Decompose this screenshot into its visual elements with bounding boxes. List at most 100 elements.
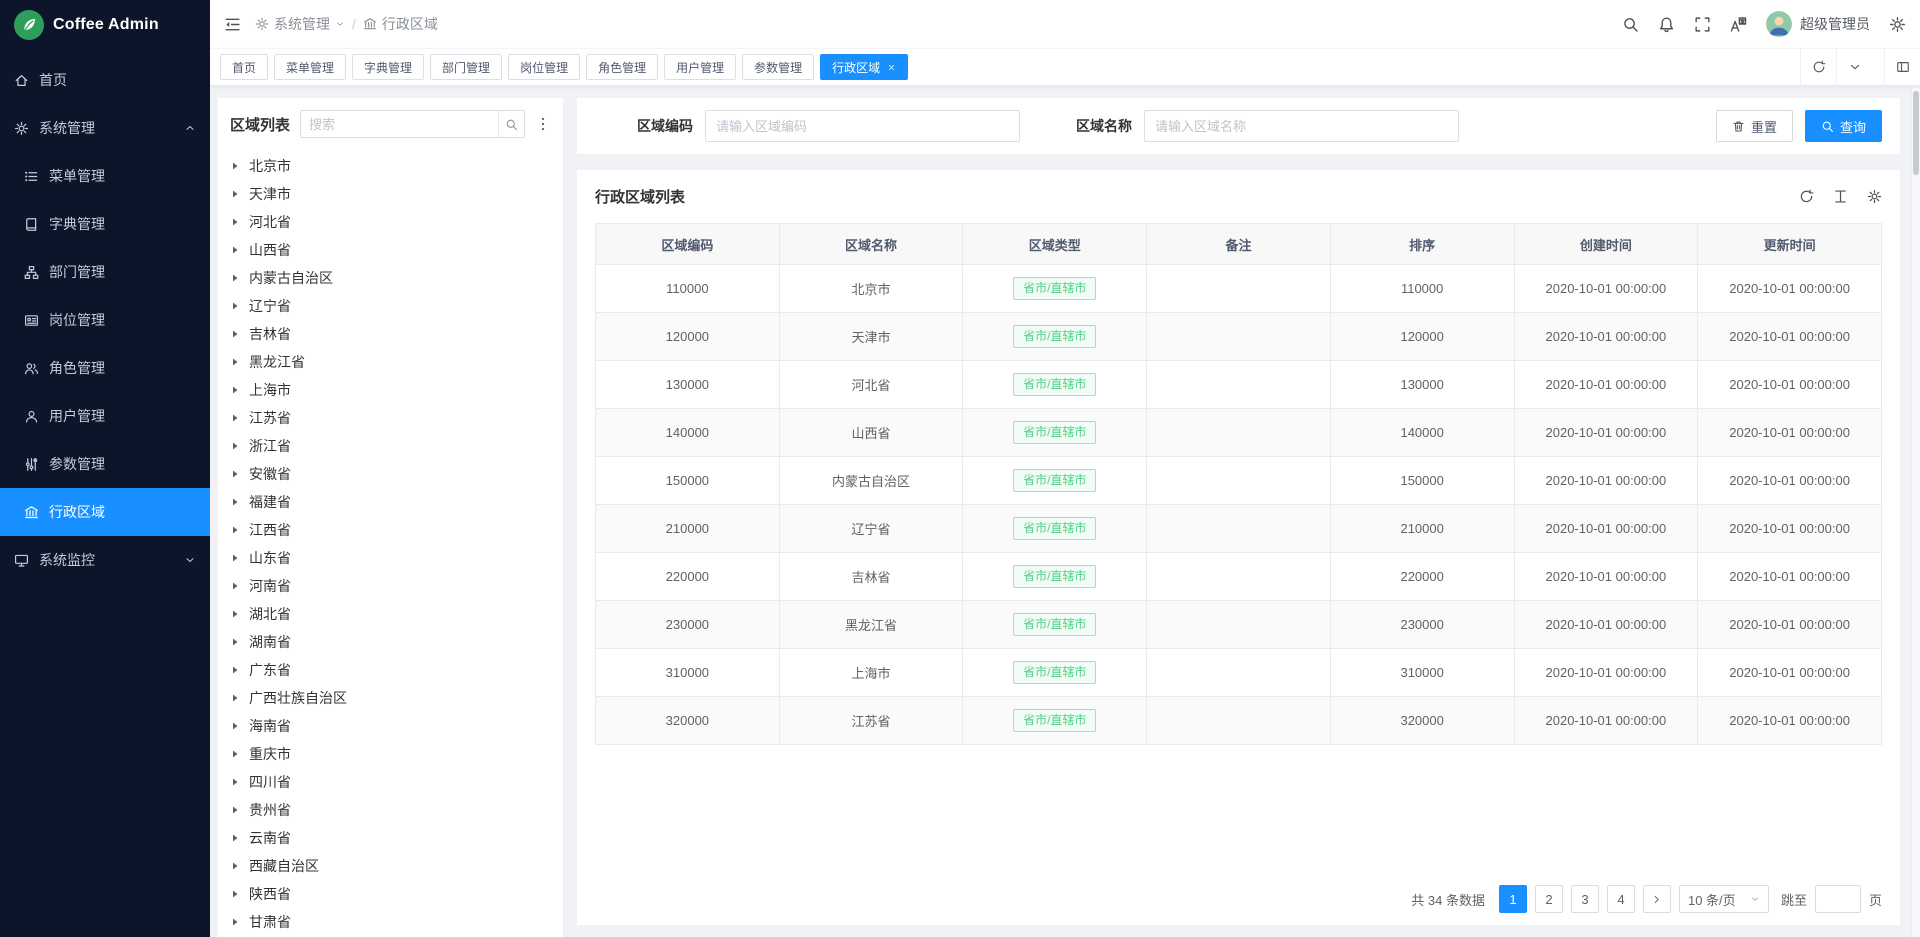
caret-right-icon[interactable] <box>230 805 240 815</box>
caret-right-icon[interactable] <box>230 917 240 927</box>
breadcrumb-item[interactable]: 系统管理 <box>255 14 345 34</box>
caret-right-icon[interactable] <box>230 553 240 563</box>
tree-item[interactable]: 海南省 <box>230 712 563 740</box>
caret-right-icon[interactable] <box>230 217 240 227</box>
tree-item[interactable]: 福建省 <box>230 488 563 516</box>
caret-right-icon[interactable] <box>230 609 240 619</box>
tab[interactable]: 部门管理 <box>430 54 502 80</box>
tree-item[interactable]: 山东省 <box>230 544 563 572</box>
tree-item[interactable]: 湖南省 <box>230 628 563 656</box>
refresh-tab-icon[interactable] <box>1800 49 1836 85</box>
tree-item[interactable]: 天津市 <box>230 180 563 208</box>
tree-item[interactable]: 重庆市 <box>230 740 563 768</box>
sidebar-item[interactable]: 部门管理 <box>0 248 210 296</box>
next-page-button[interactable] <box>1643 885 1671 913</box>
page-button[interactable]: 4 <box>1607 885 1635 913</box>
table-row[interactable]: 320000江苏省省市/直辖市3200002020-10-01 00:00:00… <box>596 697 1882 745</box>
caret-right-icon[interactable] <box>230 637 240 647</box>
caret-right-icon[interactable] <box>230 329 240 339</box>
page-button[interactable]: 3 <box>1571 885 1599 913</box>
menu-fold-icon[interactable] <box>224 16 241 33</box>
caret-right-icon[interactable] <box>230 161 240 171</box>
caret-right-icon[interactable] <box>230 245 240 255</box>
search-icon[interactable] <box>1622 16 1639 33</box>
caret-right-icon[interactable] <box>230 385 240 395</box>
translate-icon[interactable] <box>1730 16 1747 33</box>
caret-right-icon[interactable] <box>230 413 240 423</box>
caret-right-icon[interactable] <box>230 273 240 283</box>
tree-item[interactable]: 上海市 <box>230 376 563 404</box>
sidebar-item[interactable]: 行政区域 <box>0 488 210 536</box>
caret-right-icon[interactable] <box>230 525 240 535</box>
table-row[interactable]: 140000山西省省市/直辖市1400002020-10-01 00:00:00… <box>596 409 1882 457</box>
tab[interactable]: 菜单管理 <box>274 54 346 80</box>
content-fullscreen-icon[interactable] <box>1884 49 1920 85</box>
caret-right-icon[interactable] <box>230 497 240 507</box>
tree-item[interactable]: 西藏自治区 <box>230 852 563 880</box>
caret-right-icon[interactable] <box>230 469 240 479</box>
table-row[interactable]: 220000吉林省省市/直辖市2200002020-10-01 00:00:00… <box>596 553 1882 601</box>
user-menu[interactable]: 超级管理员 <box>1766 11 1870 37</box>
column-settings-gear-icon[interactable] <box>1867 189 1882 204</box>
table-row[interactable]: 210000辽宁省省市/直辖市2100002020-10-01 00:00:00… <box>596 505 1882 553</box>
caret-right-icon[interactable] <box>230 665 240 675</box>
tree-item[interactable]: 贵州省 <box>230 796 563 824</box>
tree-item[interactable]: 安徽省 <box>230 460 563 488</box>
sidebar-item[interactable]: 首页 <box>0 56 210 104</box>
row-height-icon[interactable] <box>1833 189 1848 204</box>
tab[interactable]: 参数管理 <box>742 54 814 80</box>
tree-item[interactable]: 黑龙江省 <box>230 348 563 376</box>
table-row[interactable]: 130000河北省省市/直辖市1300002020-10-01 00:00:00… <box>596 361 1882 409</box>
sidebar-item[interactable]: 参数管理 <box>0 440 210 488</box>
tab[interactable]: 角色管理 <box>586 54 658 80</box>
tree-item[interactable]: 陕西省 <box>230 880 563 908</box>
jump-page-input[interactable] <box>1815 885 1861 913</box>
caret-right-icon[interactable] <box>230 581 240 591</box>
table-row[interactable]: 310000上海市省市/直辖市3100002020-10-01 00:00:00… <box>596 649 1882 697</box>
tab[interactable]: 首页 <box>220 54 268 80</box>
page-button[interactable]: 2 <box>1535 885 1563 913</box>
tree-item[interactable]: 广西壮族自治区 <box>230 684 563 712</box>
tree-item[interactable]: 河南省 <box>230 572 563 600</box>
tree-item[interactable]: 山西省 <box>230 236 563 264</box>
sidebar-item[interactable]: 系统监控 <box>0 536 210 584</box>
caret-right-icon[interactable] <box>230 189 240 199</box>
tree-item[interactable]: 广东省 <box>230 656 563 684</box>
tree-item[interactable]: 河北省 <box>230 208 563 236</box>
tree-more-menu-icon[interactable] <box>535 116 551 132</box>
tree-item[interactable]: 吉林省 <box>230 320 563 348</box>
sidebar-item[interactable]: 系统管理 <box>0 104 210 152</box>
table-row[interactable]: 120000天津市省市/直辖市1200002020-10-01 00:00:00… <box>596 313 1882 361</box>
region-name-input[interactable] <box>1144 110 1459 142</box>
caret-right-icon[interactable] <box>230 357 240 367</box>
tree-item[interactable]: 江苏省 <box>230 404 563 432</box>
query-button[interactable]: 查询 <box>1805 110 1882 142</box>
caret-right-icon[interactable] <box>230 301 240 311</box>
page-button[interactable]: 1 <box>1499 885 1527 913</box>
tree-item[interactable]: 浙江省 <box>230 432 563 460</box>
tab[interactable]: 岗位管理 <box>508 54 580 80</box>
tree-item[interactable]: 辽宁省 <box>230 292 563 320</box>
tab[interactable]: 行政区域 <box>820 54 908 80</box>
sidebar-item[interactable]: 用户管理 <box>0 392 210 440</box>
tab-options-chevron-down-icon[interactable] <box>1836 49 1872 85</box>
sidebar-item[interactable]: 岗位管理 <box>0 296 210 344</box>
tab[interactable]: 用户管理 <box>664 54 736 80</box>
caret-right-icon[interactable] <box>230 861 240 871</box>
sidebar-item[interactable]: 菜单管理 <box>0 152 210 200</box>
caret-right-icon[interactable] <box>230 889 240 899</box>
caret-right-icon[interactable] <box>230 721 240 731</box>
tree-search-button[interactable] <box>498 111 524 137</box>
table-row[interactable]: 110000北京市省市/直辖市1100002020-10-01 00:00:00… <box>596 265 1882 313</box>
caret-right-icon[interactable] <box>230 777 240 787</box>
tree-item[interactable]: 北京市 <box>230 152 563 180</box>
caret-right-icon[interactable] <box>230 833 240 843</box>
tree-item[interactable]: 内蒙古自治区 <box>230 264 563 292</box>
tree-item[interactable]: 甘肃省 <box>230 908 563 936</box>
sidebar-item[interactable]: 字典管理 <box>0 200 210 248</box>
caret-right-icon[interactable] <box>230 693 240 703</box>
breadcrumb-item[interactable]: 行政区域 <box>363 14 438 34</box>
refresh-table-icon[interactable] <box>1799 189 1814 204</box>
fullscreen-icon[interactable] <box>1694 16 1711 33</box>
table-row[interactable]: 230000黑龙江省省市/直辖市2300002020-10-01 00:00:0… <box>596 601 1882 649</box>
